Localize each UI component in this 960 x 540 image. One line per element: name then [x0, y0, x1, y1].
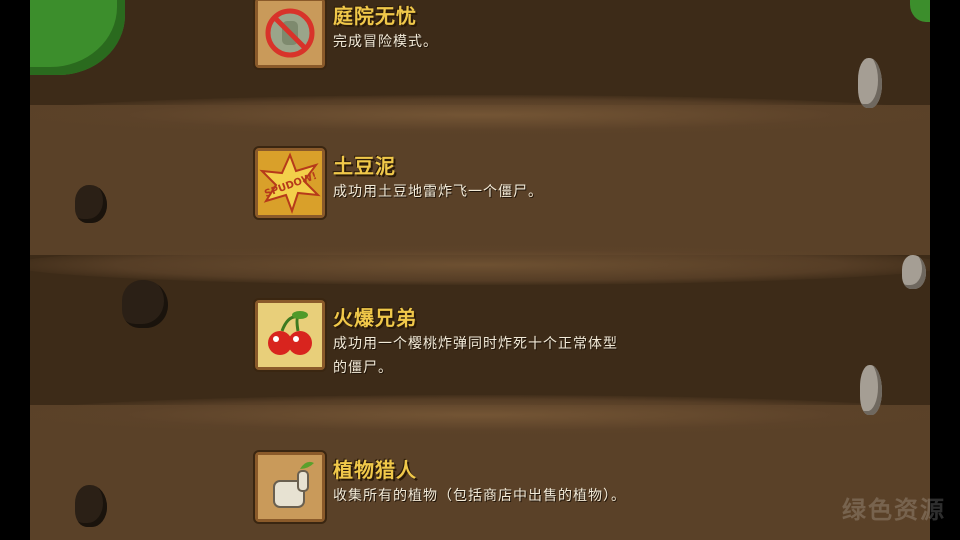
achievement-title: 火爆兄弟 — [333, 306, 417, 330]
dirt-furrow — [30, 95, 930, 135]
letterbox-left — [0, 0, 30, 540]
achievement-title: 庭院无忧 — [333, 4, 417, 28]
watermark-logo: 绿色资源 — [842, 496, 946, 524]
achievement-badge — [255, 300, 325, 370]
rock — [75, 485, 107, 527]
rock — [860, 365, 882, 415]
rock — [858, 58, 882, 108]
achievement-badge — [255, 452, 325, 522]
achievement-description: 完成冒险模式。 — [333, 34, 438, 50]
dirt-furrow — [30, 245, 930, 285]
achievement-title: 植物猎人 — [333, 458, 417, 482]
green-thumb-icon — [258, 455, 322, 519]
achievement-description: 收集所有的植物（包括商店中出售的植物）。 — [333, 488, 626, 504]
achievements-background — [30, 0, 930, 540]
dirt-furrow — [30, 395, 930, 435]
achievement-description: 成功用土豆地雷炸飞一个僵尸。 — [333, 184, 543, 200]
no-zombie-icon — [258, 1, 322, 65]
achievement-badge — [255, 0, 325, 68]
rock — [122, 280, 168, 328]
achievement-title: 土豆泥 — [333, 154, 396, 178]
achievement-badge: SPUDOW! — [255, 148, 325, 218]
spudow-icon: SPUDOW! — [258, 151, 322, 215]
achievement-description: 成功用一个樱桃炸弹同时炸死十个正常体型的僵尸。 — [333, 336, 618, 376]
rock — [902, 255, 926, 289]
cherry-bomb-icon — [258, 303, 322, 367]
letterbox-right — [930, 0, 960, 540]
rock — [75, 185, 107, 223]
